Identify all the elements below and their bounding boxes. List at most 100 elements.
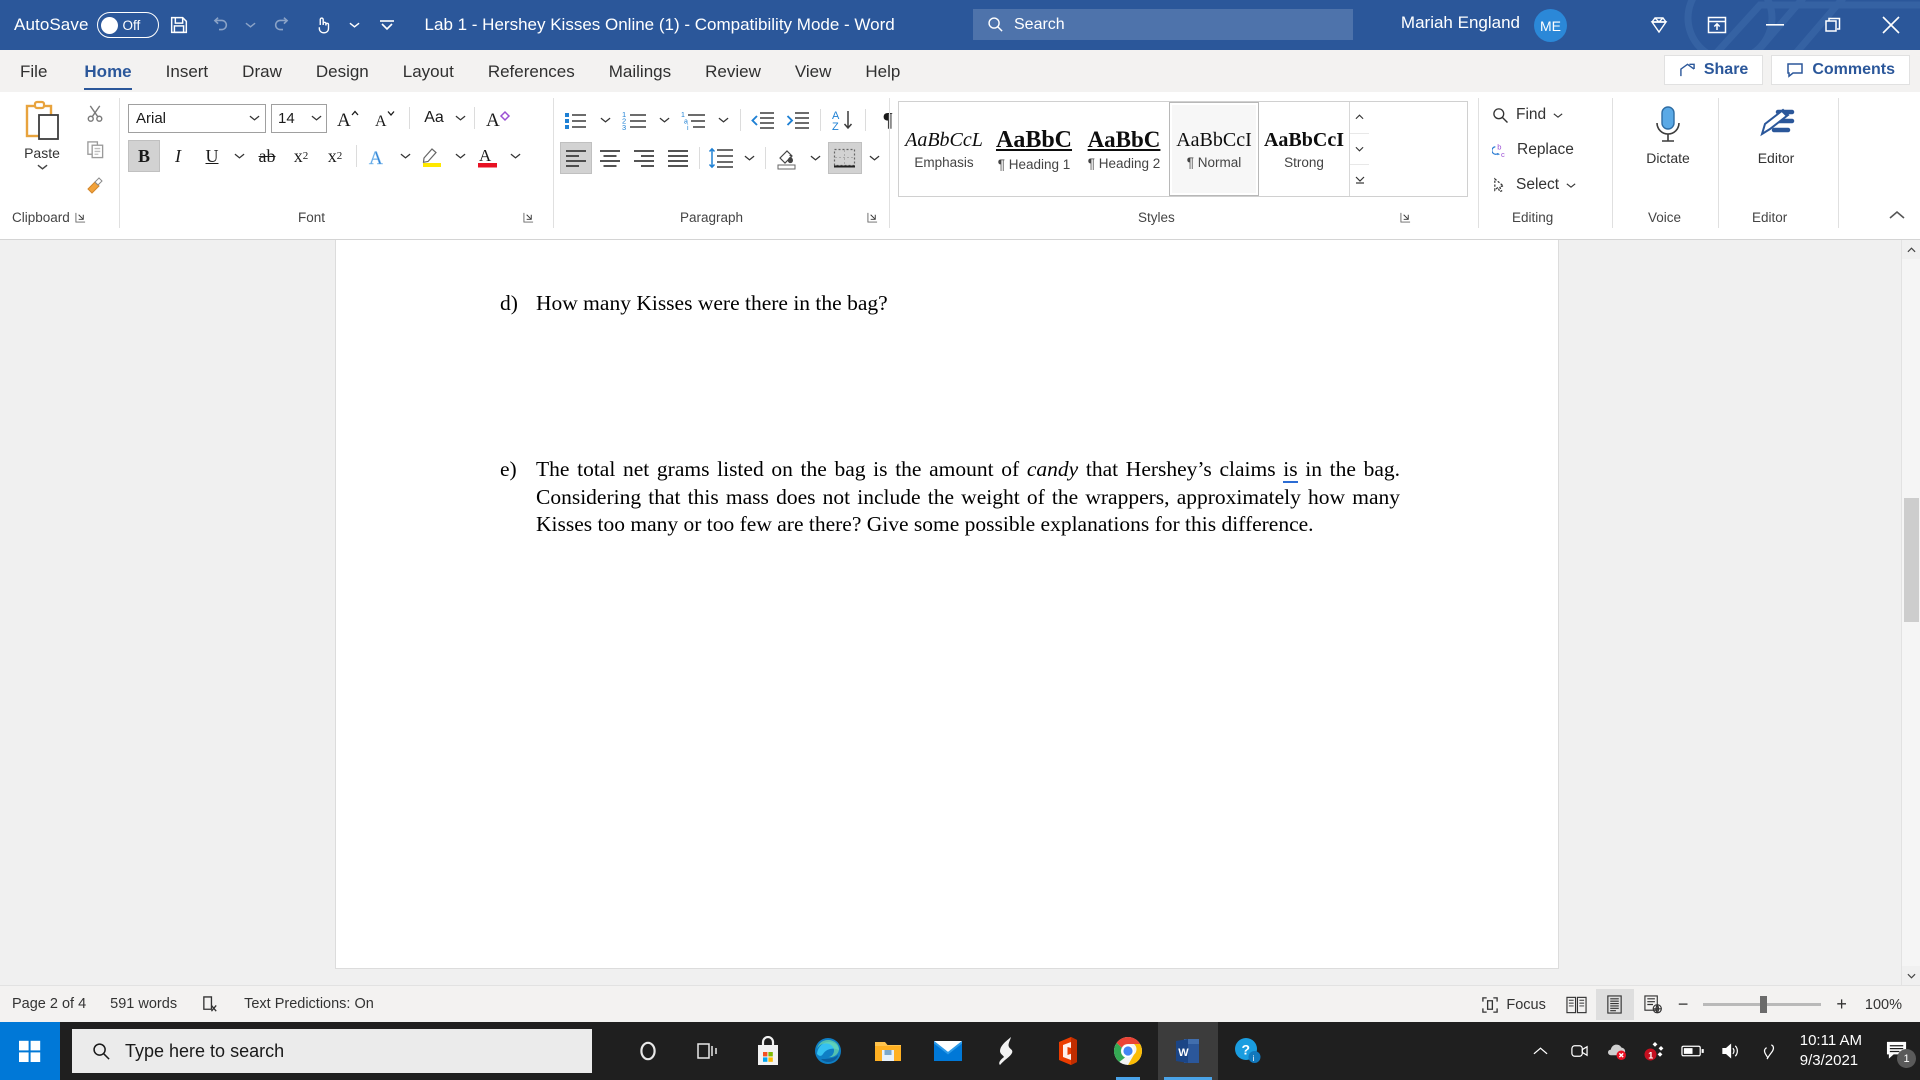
- tab-design[interactable]: Design: [299, 52, 386, 92]
- multilevel-list-icon[interactable]: 1 a i: [678, 104, 710, 136]
- bullets-chevron-down-icon[interactable]: [600, 116, 611, 124]
- font-size-chevron-down-icon[interactable]: [311, 114, 322, 122]
- tab-layout[interactable]: Layout: [386, 52, 471, 92]
- numbering-chevron-down-icon[interactable]: [659, 116, 670, 124]
- underline-button[interactable]: U: [196, 140, 228, 172]
- font-color-chevron-down-icon[interactable]: [510, 152, 521, 160]
- page-number-status[interactable]: Page 2 of 4: [0, 986, 98, 1023]
- share-button[interactable]: Share: [1663, 55, 1764, 85]
- collapse-ribbon-icon[interactable]: [1888, 208, 1906, 226]
- close-icon[interactable]: [1862, 0, 1920, 50]
- tab-home[interactable]: Home: [67, 52, 148, 92]
- notifications-button[interactable]: 1: [1874, 1022, 1920, 1080]
- user-name[interactable]: Mariah England: [1401, 13, 1520, 33]
- tab-mailings[interactable]: Mailings: [592, 52, 688, 92]
- volume-icon[interactable]: [1712, 1022, 1750, 1080]
- zoom-slider-thumb[interactable]: [1760, 996, 1768, 1013]
- onedrive-error-icon[interactable]: [1598, 1022, 1636, 1080]
- find-chevron-down-icon[interactable]: [1553, 112, 1563, 119]
- zoom-level-label[interactable]: 100%: [1853, 986, 1920, 1023]
- grow-font-icon[interactable]: A: [332, 102, 364, 134]
- cut-icon[interactable]: [80, 98, 110, 128]
- touch-mode-icon[interactable]: [303, 5, 343, 45]
- replace-button[interactable]: b c Replace: [1492, 135, 1576, 165]
- decrease-indent-icon[interactable]: [747, 104, 779, 136]
- styles-dialog-launcher-icon[interactable]: [1400, 212, 1411, 223]
- google-chrome-icon[interactable]: [1098, 1022, 1158, 1080]
- paste-button[interactable]: Paste: [14, 100, 70, 171]
- highlight-chevron-down-icon[interactable]: [455, 152, 466, 160]
- shrink-font-icon[interactable]: A: [369, 102, 401, 134]
- windows-start-icon[interactable]: [0, 1022, 60, 1080]
- align-left-button[interactable]: [560, 142, 592, 174]
- taskbar-clock[interactable]: 10:11 AM 9/3/2021: [1788, 1031, 1874, 1071]
- justify-button[interactable]: [662, 142, 694, 174]
- save-icon[interactable]: [159, 5, 199, 45]
- focus-mode-button[interactable]: Focus: [1469, 986, 1558, 1023]
- italic-button[interactable]: I: [162, 140, 194, 172]
- borders-chevron-down-icon[interactable]: [869, 154, 880, 162]
- styles-gallery[interactable]: AaBbCcL Emphasis AaBbC ¶ Heading 1 AaBbC…: [898, 101, 1468, 197]
- zoom-slider[interactable]: [1703, 996, 1822, 1013]
- font-name-input[interactable]: Arial: [128, 103, 266, 133]
- font-size-input[interactable]: 14: [271, 103, 327, 133]
- paragraph-dialog-launcher-icon[interactable]: [867, 212, 878, 223]
- microsoft-office-icon[interactable]: [1038, 1022, 1098, 1080]
- chevron-up-icon[interactable]: [1522, 1022, 1560, 1080]
- tab-insert[interactable]: Insert: [149, 52, 226, 92]
- ribbon-display-options-icon[interactable]: [1688, 0, 1746, 50]
- strikethrough-button[interactable]: ab: [251, 140, 283, 172]
- sort-icon[interactable]: A Z: [827, 104, 859, 136]
- paste-chevron-down-icon[interactable]: [36, 163, 48, 171]
- subscript-button[interactable]: x2: [285, 140, 317, 172]
- touch-mode-chevron-down-icon[interactable]: [343, 5, 367, 45]
- line-spacing-icon[interactable]: [705, 142, 737, 174]
- grammar-suggestion-word[interactable]: is: [1283, 457, 1298, 483]
- tab-draw[interactable]: Draw: [225, 52, 299, 92]
- style-strong[interactable]: AaBbCcI Strong: [1259, 102, 1349, 196]
- select-chevron-down-icon[interactable]: [1566, 182, 1576, 189]
- microsoft-edge-icon[interactable]: [798, 1022, 858, 1080]
- find-button[interactable]: Find: [1492, 100, 1576, 130]
- increase-indent-icon[interactable]: [782, 104, 814, 136]
- clear-formatting-icon[interactable]: A: [483, 102, 515, 134]
- web-layout-button[interactable]: [1634, 989, 1672, 1020]
- restore-icon[interactable]: [1804, 0, 1862, 50]
- bullet-list-icon[interactable]: [560, 104, 592, 136]
- shading-chevron-down-icon[interactable]: [810, 154, 821, 162]
- font-dialog-launcher-icon[interactable]: [523, 212, 534, 223]
- read-mode-button[interactable]: [1558, 989, 1596, 1020]
- change-case-icon[interactable]: Aa: [418, 102, 450, 134]
- text-highlight-color-icon[interactable]: [417, 140, 449, 172]
- scrollbar-thumb[interactable]: [1904, 498, 1919, 622]
- styles-gallery-scroll[interactable]: [1349, 102, 1369, 196]
- shading-icon[interactable]: [771, 142, 803, 174]
- style-heading-2[interactable]: AaBbC ¶ Heading 2: [1079, 102, 1169, 196]
- superscript-button[interactable]: x2: [319, 140, 351, 172]
- avatar[interactable]: ME: [1534, 9, 1567, 42]
- styles-more-icon[interactable]: [1350, 165, 1369, 196]
- battery-icon[interactable]: [1674, 1022, 1712, 1080]
- bold-button[interactable]: B: [128, 140, 160, 172]
- style-normal[interactable]: AaBbCcI ¶ Normal: [1169, 102, 1259, 196]
- text-predictions-status[interactable]: Text Predictions: On: [232, 986, 386, 1023]
- undo-icon[interactable]: [199, 5, 239, 45]
- styles-scroll-down-icon[interactable]: [1350, 134, 1369, 166]
- editor-button[interactable]: Editor: [1740, 104, 1812, 166]
- tab-file[interactable]: File: [0, 52, 67, 92]
- document-item-e[interactable]: e) The total net grams listed on the bag…: [500, 456, 1400, 539]
- style-emphasis[interactable]: AaBbCcL Emphasis: [899, 102, 989, 196]
- change-case-chevron-down-icon[interactable]: [455, 114, 466, 122]
- office-premium-diamond-icon[interactable]: [1630, 0, 1688, 50]
- select-button[interactable]: Select: [1492, 170, 1576, 200]
- taskbar-search-input[interactable]: Type here to search: [72, 1029, 592, 1073]
- help-support-icon[interactable]: ? i: [1218, 1022, 1278, 1080]
- text-effects-chevron-down-icon[interactable]: [400, 152, 411, 160]
- microsoft-store-icon[interactable]: [738, 1022, 798, 1080]
- font-color-icon[interactable]: A: [472, 140, 504, 172]
- zoom-in-button[interactable]: +: [1830, 986, 1853, 1023]
- clipboard-dialog-launcher-icon[interactable]: [75, 212, 86, 223]
- line-spacing-chevron-down-icon[interactable]: [744, 154, 755, 162]
- microsoft-word-icon[interactable]: W: [1158, 1022, 1218, 1080]
- font-name-chevron-down-icon[interactable]: [249, 114, 260, 122]
